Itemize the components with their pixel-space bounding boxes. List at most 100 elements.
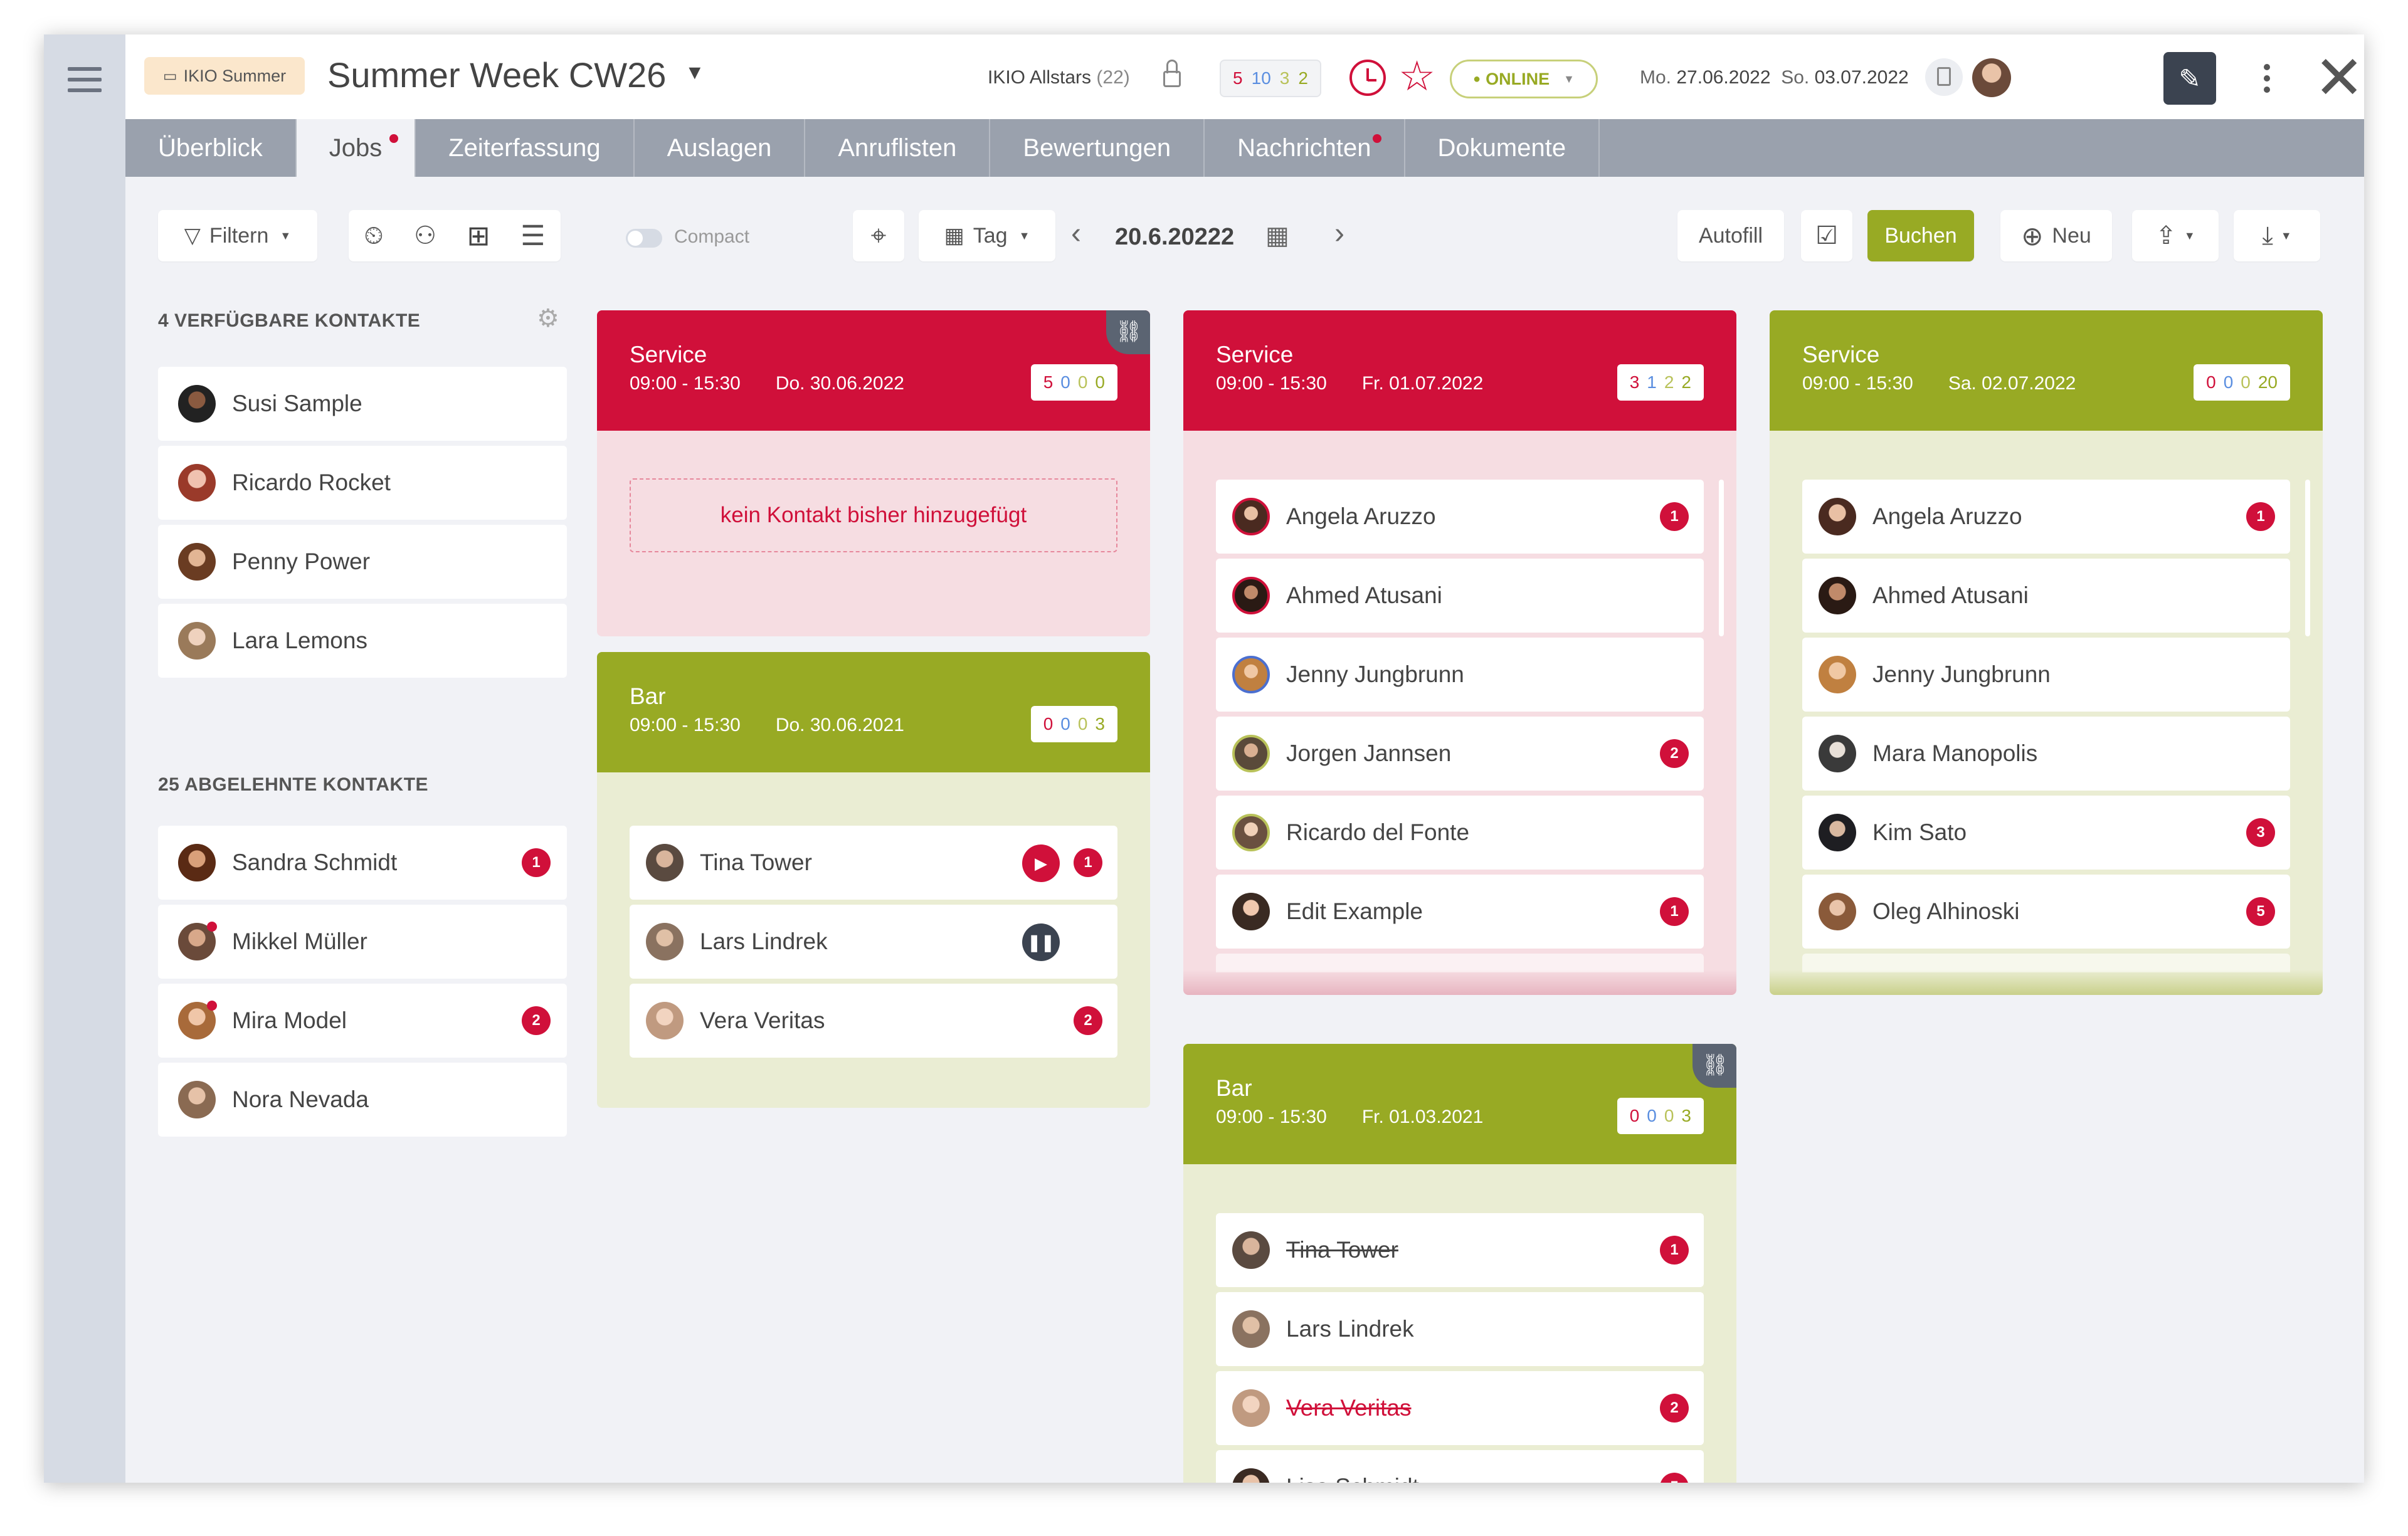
tab-call-lists[interactable]: Anruflisten: [805, 119, 991, 177]
tab-expenses[interactable]: Auslagen: [635, 119, 806, 177]
assignment-row[interactable]: Jenny Jungbrunn: [1802, 638, 2290, 712]
view-switcher: ⏲ ⚇ ⊞ ☰: [349, 210, 561, 261]
link-icon[interactable]: ⛓: [1692, 1044, 1736, 1088]
contact-item[interactable]: Susi Sample: [158, 367, 567, 441]
count-badge: 1: [2246, 502, 2275, 531]
assignment-row[interactable]: Edit Example 1: [1216, 875, 1704, 949]
grid-view-icon[interactable]: ⊞: [467, 220, 490, 252]
contact-item[interactable]: Lara Lemons: [158, 604, 567, 678]
avatar: [178, 543, 216, 581]
count-badge: 5: [2246, 897, 2275, 926]
avatar: [646, 844, 684, 881]
checklist-icon[interactable]: ☑: [1801, 210, 1852, 261]
locate-icon[interactable]: ⌖: [853, 210, 904, 261]
tab-documents[interactable]: Dokumente: [1405, 119, 1600, 177]
tab-ratings[interactable]: Bewertungen: [990, 119, 1205, 177]
avatar: [646, 1002, 684, 1039]
link-icon[interactable]: ⛓: [1106, 310, 1150, 354]
avatar: [1232, 498, 1270, 535]
contact-item[interactable]: Ricardo Rocket: [158, 446, 567, 520]
count-badge: 1: [1660, 1236, 1689, 1265]
compact-toggle[interactable]: [626, 229, 662, 248]
count-badge: 1: [1074, 848, 1102, 877]
assignment-row[interactable]: Lars Lindrek ❚❚: [630, 905, 1117, 979]
autofill-button[interactable]: Autofill: [1677, 210, 1784, 261]
assignment-row[interactable]: Kim Sato 3: [1802, 796, 2290, 870]
job-counts: 0003: [1030, 706, 1117, 742]
close-icon[interactable]: ✕: [2314, 48, 2364, 108]
contact-item[interactable]: Mikkel Müller: [158, 905, 567, 979]
people-view-icon[interactable]: ⚇: [414, 221, 436, 250]
job-card: Service 09:00 - 15:30 Sa. 02.07.2022 0002…: [1770, 310, 2323, 995]
user-avatar[interactable]: [1972, 58, 2011, 97]
assignment-row[interactable]: Lisa Schmidt5: [1216, 1450, 1704, 1483]
play-icon[interactable]: ▶: [1022, 844, 1060, 882]
timeline-view-icon[interactable]: ⏲: [364, 222, 383, 250]
star-icon[interactable]: ☆: [1398, 52, 1435, 100]
contact-item[interactable]: Sandra Schmidt 1: [158, 826, 567, 900]
assignment-row[interactable]: Jorgen Jannsen 2: [1216, 717, 1704, 791]
tab-jobs[interactable]: Jobs: [296, 119, 416, 177]
clock-icon[interactable]: [1349, 60, 1386, 96]
assignment-row[interactable]: Vera Veritas 2: [1216, 1371, 1704, 1445]
view-select[interactable]: ▦ Tag ▼: [919, 210, 1055, 261]
status-online[interactable]: ● ONLINE ▼: [1450, 60, 1598, 98]
scrollbar[interactable]: [1719, 480, 1724, 636]
staff-counts: 5 10 3 2: [1220, 60, 1321, 97]
assignment-row[interactable]: Tina Tower 1: [1216, 1213, 1704, 1287]
tab-time-tracking[interactable]: Zeiterfassung: [416, 119, 635, 177]
menu-icon[interactable]: [68, 67, 102, 99]
title-dropdown-icon[interactable]: ▼: [685, 61, 705, 84]
date-picker-icon[interactable]: ▦: [1265, 221, 1289, 250]
more-icon[interactable]: [2248, 52, 2286, 105]
assignment-row[interactable]: Oleg Alhinoski 5: [1802, 875, 2290, 949]
tab-bar: Überblick Jobs Zeiterfassung Auslagen An…: [125, 119, 2364, 177]
download-icon: ⤓: [2262, 221, 2273, 250]
clipboard-icon[interactable]: [1925, 58, 1963, 96]
scrollbar[interactable]: [2305, 480, 2310, 636]
assignment-row[interactable]: Ahmed Atusani: [1802, 559, 2290, 633]
event-badge[interactable]: ▭ IKIO Summer: [144, 57, 305, 95]
avatar: [1232, 577, 1270, 614]
contact-item[interactable]: Nora Nevada: [158, 1063, 567, 1137]
job-counts: 0003: [1617, 1098, 1704, 1134]
assignment-row[interactable]: Mara Manopolis: [1802, 717, 2290, 791]
assignment-row[interactable]: Angela Aruzzo 1: [1802, 480, 2290, 554]
date-range[interactable]: Mo. 27.06.2022 So. 03.07.2022: [1640, 67, 1909, 88]
avatar: [178, 1001, 217, 1039]
book-button[interactable]: Buchen: [1867, 210, 1974, 261]
job-card: Bar 09:00 - 15:30 Do. 30.06.2021 0003 Tin…: [597, 652, 1150, 1108]
tab-overview[interactable]: Überblick: [125, 119, 297, 177]
export-button[interactable]: ⇪ ▼: [2132, 210, 2219, 261]
assignment-row[interactable]: Vera Veritas 2: [630, 984, 1117, 1058]
avatar: [1819, 893, 1856, 930]
new-button[interactable]: ⊕ Neu: [2000, 210, 2112, 261]
assignment-row[interactable]: Lars Lindrek: [1216, 1292, 1704, 1366]
assignment-row[interactable]: Angela Aruzzo 1: [1216, 480, 1704, 554]
download-button[interactable]: ⤓ ▼: [2234, 210, 2320, 261]
tab-messages[interactable]: Nachrichten: [1205, 119, 1405, 177]
assignment-row[interactable]: Ahmed Atusani: [1216, 559, 1704, 633]
current-date: 20.6.20222: [1115, 224, 1235, 250]
assignment-row[interactable]: Tina Tower ▶ 1: [630, 826, 1117, 900]
pause-icon[interactable]: ❚❚: [1022, 923, 1060, 961]
edit-icon[interactable]: ✎: [2163, 52, 2216, 105]
contact-item[interactable]: Penny Power: [158, 525, 567, 599]
prev-day-button[interactable]: ‹: [1071, 216, 1081, 251]
unread-dot: [389, 134, 399, 143]
calendar-icon: ▭: [162, 67, 177, 85]
contact-item[interactable]: Mira Model 2: [158, 984, 567, 1058]
job-counts: 3122: [1617, 364, 1704, 401]
filter-button[interactable]: ▽ Filtern ▼: [158, 210, 317, 261]
assignment-row[interactable]: Ricardo del Fonte: [1216, 796, 1704, 870]
unread-dot: [1372, 134, 1381, 143]
job-card: Service 09:00 - 15:30 Fr. 01.07.2022 3122…: [1183, 310, 1736, 995]
assignment-row[interactable]: Jenny Jungbrunn: [1216, 638, 1704, 712]
avatar: [1232, 1389, 1270, 1427]
settings-gear-icon[interactable]: ⚙: [537, 304, 559, 333]
next-day-button[interactable]: ›: [1334, 216, 1344, 251]
count-badge: 2: [1074, 1006, 1102, 1035]
job-counts: 0 0 0 20: [2194, 364, 2290, 401]
list-view-icon[interactable]: ☰: [520, 220, 545, 252]
job-card: Service 09:00 - 15:30 Do. 30.06.2022 5000…: [597, 310, 1150, 636]
